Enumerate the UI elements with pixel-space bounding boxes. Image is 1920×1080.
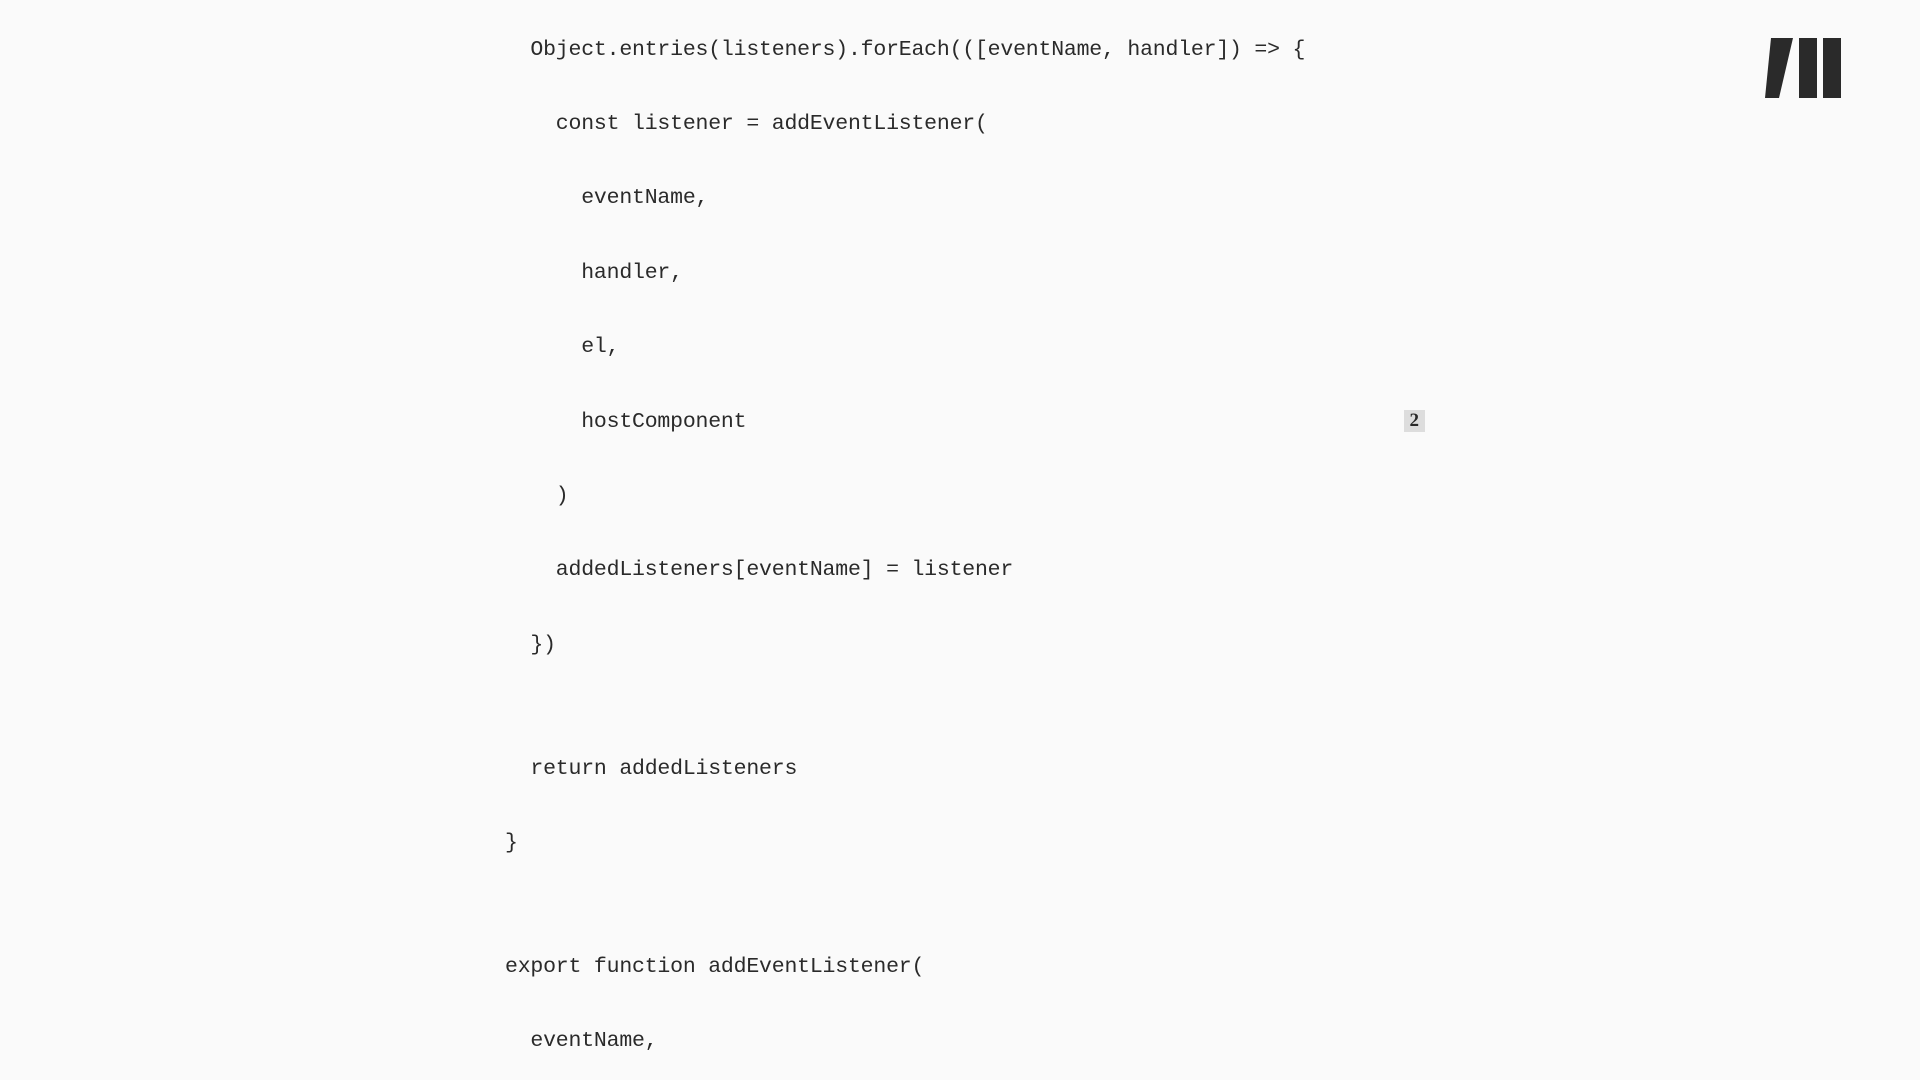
code-line: hostComponent 2: [505, 410, 1425, 435]
code-text: hostComponent: [505, 410, 746, 434]
annotation-badge-2: 2: [1404, 410, 1426, 432]
code-line: handler,: [505, 261, 1425, 286]
code-block: Object.entries(listeners).forEach(([even…: [505, 0, 1425, 1080]
code-line: }): [505, 633, 1425, 658]
listing-content: Object.entries(listeners).forEach(([even…: [505, 0, 1425, 1080]
code-line: return addedListeners: [505, 757, 1425, 782]
publisher-logo: [1765, 38, 1845, 98]
code-line: }: [505, 831, 1425, 856]
code-line: ): [505, 484, 1425, 509]
code-line: const listener = addEventListener(: [505, 112, 1425, 137]
code-line: eventName,: [505, 186, 1425, 211]
code-line: addedListeners[eventName] = listener: [505, 558, 1425, 583]
code-line: eventName,: [505, 1029, 1425, 1054]
code-line: Object.entries(listeners).forEach(([even…: [505, 38, 1425, 63]
code-line: el,: [505, 335, 1425, 360]
code-line: export function addEventListener(: [505, 955, 1425, 980]
